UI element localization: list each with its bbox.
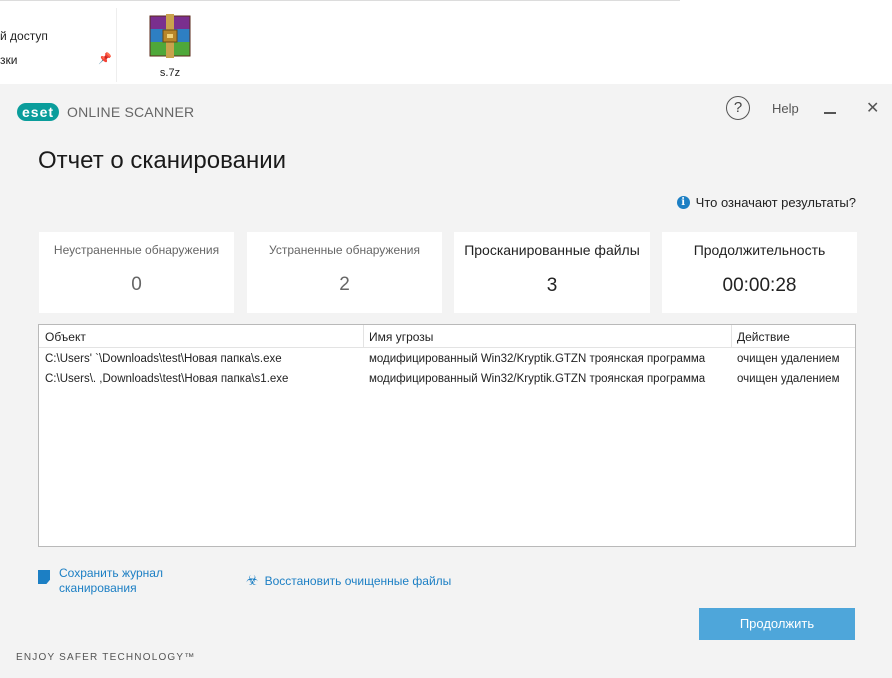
- stat-card-scanned-files: Просканированные файлы 3: [454, 232, 650, 313]
- column-divider[interactable]: [363, 325, 364, 347]
- column-header-threat[interactable]: Имя угрозы: [369, 330, 729, 344]
- stat-card-resolved: Устраненные обнаружения 2: [247, 232, 442, 313]
- file-name: s.7z: [159, 67, 181, 79]
- archive-file[interactable]: s.7z: [140, 14, 200, 79]
- column-header-action[interactable]: Действие: [737, 330, 852, 344]
- stat-card-duration: Продолжительность 00:00:28: [662, 232, 857, 313]
- results-info-link[interactable]: i Что означают результаты?: [676, 195, 856, 210]
- help-link[interactable]: Help: [772, 101, 799, 116]
- cell-action: очищен удалением: [737, 353, 840, 365]
- info-icon: i: [676, 196, 690, 209]
- cell-threat: модифицированный Win32/Kryptik.GTZN троя…: [369, 373, 706, 385]
- save-log-line-2: сканирования: [59, 581, 137, 595]
- biohazard-icon: ☣: [246, 572, 259, 588]
- explorer-divider: [0, 0, 680, 1]
- column-divider[interactable]: [731, 325, 732, 347]
- restore-files-link[interactable]: ☣ Восстановить очищенные файлы: [246, 572, 451, 589]
- stat-value: 2: [339, 274, 350, 295]
- file-explorer-background: й доступ зки 📌 s.7z: [0, 0, 892, 85]
- save-log-line-1: Сохранить журнал: [59, 566, 163, 580]
- winrar-archive-icon: [149, 14, 191, 58]
- save-log-link[interactable]: Сохранить журнал сканирования: [38, 566, 163, 596]
- table-row[interactable]: C:\Users\. ,Downloads\test\Новая папка\s…: [39, 368, 855, 388]
- eset-online-scanner-window: eset ONLINE SCANNER ? Help ✕ Отчет о ска…: [0, 84, 892, 678]
- pin-icon: 📌: [98, 53, 112, 65]
- results-info-label: Что означают результаты?: [695, 195, 856, 210]
- stat-value: 3: [546, 275, 558, 296]
- product-name: ONLINE SCANNER: [67, 104, 195, 120]
- footer-slogan: ENJOY SAFER TECHNOLOGY™: [16, 652, 196, 663]
- cell-object: C:\Users' `\Downloads\test\Новая папка\s…: [45, 353, 282, 365]
- close-icon[interactable]: ✕: [866, 98, 879, 118]
- document-icon: [38, 570, 50, 584]
- stat-label: Устраненные обнаружения: [269, 243, 420, 257]
- eset-logo: eset ONLINE SCANNER: [17, 103, 194, 121]
- column-header-object[interactable]: Объект: [45, 330, 363, 344]
- table-header: Объект Имя угрозы Действие: [39, 325, 855, 348]
- stat-card-unresolved: Неустраненные обнаружения 0: [39, 232, 234, 313]
- continue-button[interactable]: Продолжить: [699, 608, 855, 640]
- save-log-label: Сохранить журнал сканирования: [59, 566, 163, 596]
- stat-label: Продолжительность: [693, 242, 826, 258]
- page-title: Отчет о сканировании: [38, 147, 287, 174]
- nav-item-downloads[interactable]: зки: [0, 53, 17, 67]
- detections-table[interactable]: Объект Имя угрозы Действие C:\Users' `\D…: [38, 324, 856, 547]
- minimize-icon[interactable]: [824, 112, 836, 114]
- restore-files-label: Восстановить очищенные файлы: [264, 573, 452, 588]
- cell-object: C:\Users\. ,Downloads\test\Новая папка\s…: [45, 373, 289, 385]
- cell-action: очищен удалением: [737, 373, 840, 385]
- stat-value: 0: [131, 274, 142, 295]
- help-icon[interactable]: ?: [726, 96, 750, 120]
- explorer-pane-divider: [116, 8, 117, 82]
- nav-item-quick-access[interactable]: й доступ: [0, 29, 48, 43]
- stat-label: Неустраненные обнаружения: [53, 243, 220, 257]
- brand-logo: eset: [17, 103, 60, 121]
- stat-label: Просканированные файлы: [464, 242, 640, 258]
- table-row[interactable]: C:\Users' `\Downloads\test\Новая папка\s…: [39, 348, 855, 368]
- cell-threat: модифицированный Win32/Kryptik.GTZN троя…: [369, 353, 706, 365]
- stat-value: 00:00:28: [722, 275, 797, 296]
